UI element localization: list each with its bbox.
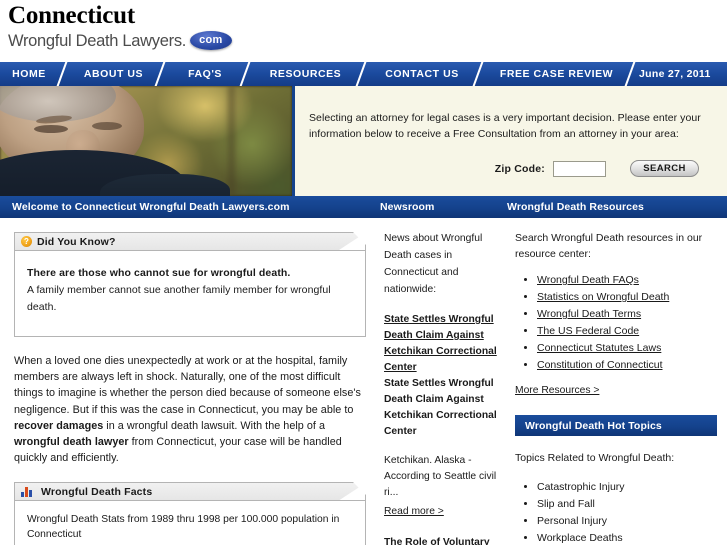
nav-item-faqs[interactable]: FAQ'S xyxy=(169,62,241,86)
list-item[interactable]: Slip and Fall xyxy=(537,496,717,512)
nav-item-home[interactable]: HOME xyxy=(0,62,58,86)
resource-link-statutes[interactable]: Connecticut Statutes Laws xyxy=(537,342,661,354)
content-columns: ? Did You Know? There are those who cann… xyxy=(0,218,727,545)
did-you-know-header: ? Did You Know? xyxy=(15,233,365,251)
news-article-subtitle-1: State Settles Wrongful Death Claim Again… xyxy=(384,378,497,437)
paragraph-bold-wrongful-death-lawyer: wrongful death lawyer xyxy=(14,436,129,449)
hero-photo xyxy=(0,86,292,196)
hot-topics-list: Catastrophic Injury Slip and Fall Person… xyxy=(515,479,717,545)
photo-man-eye-right xyxy=(92,122,122,130)
bar-chart-icon xyxy=(21,486,34,498)
nav-separator-icon xyxy=(58,62,71,86)
resources-column: Search Wrongful Death resources in our r… xyxy=(507,218,727,544)
fold-corner-line xyxy=(352,482,366,496)
com-badge: com xyxy=(190,31,232,50)
paragraph-bold-recover-damages: recover damages xyxy=(14,419,104,432)
news-article-link-2[interactable]: The Role of Voluntary Guidelines xyxy=(384,535,497,545)
nav-item-contact-us[interactable]: CONTACT US xyxy=(370,62,474,86)
newsroom-column: News about Wrongful Death cases in Conne… xyxy=(380,218,507,545)
photo-tree-trunk xyxy=(225,86,238,196)
nav-separator-icon xyxy=(474,62,487,86)
resource-link-constitution[interactable]: Constitution of Connecticut xyxy=(537,359,663,371)
facts-title: Wrongful Death Facts xyxy=(41,485,153,498)
question-mark-icon: ? xyxy=(21,236,32,247)
list-item[interactable]: Catastrophic Injury xyxy=(537,479,717,495)
list-item[interactable]: Workplace Deaths xyxy=(537,530,717,545)
list-item[interactable]: Wrongful Death Terms xyxy=(537,306,717,322)
zip-search-row: Zip Code: SEARCH xyxy=(309,160,705,177)
search-button[interactable]: SEARCH xyxy=(630,160,699,177)
resource-link-faqs[interactable]: Wrongful Death FAQs xyxy=(537,274,639,286)
did-you-know-line-1: There are those who cannot sue for wrong… xyxy=(27,267,291,279)
newsroom-spacer xyxy=(384,520,497,533)
main-navigation: HOME ABOUT US FAQ'S RESOURCES CONTACT US… xyxy=(0,62,727,86)
current-date: June 27, 2011 xyxy=(639,68,711,80)
hero-intro-text: Selecting an attorney for legal cases is… xyxy=(309,112,701,140)
section-title-welcome: Welcome to Connecticut Wrongful Death La… xyxy=(12,201,290,213)
site-title-state: Connecticut xyxy=(8,2,135,29)
did-you-know-title: Did You Know? xyxy=(37,235,116,248)
resource-link-terms[interactable]: Wrongful Death Terms xyxy=(537,308,641,320)
resource-link-statistics[interactable]: Statistics on Wrongful Death xyxy=(537,291,669,303)
news-article-excerpt-1: Ketchikan. Alaska - According to Seattle… xyxy=(384,455,497,498)
list-item[interactable]: Personal Injury xyxy=(537,513,717,529)
section-header-bar: Welcome to Connecticut Wrongful Death La… xyxy=(0,196,727,218)
news-article-link-1[interactable]: State Settles Wrongful Death Claim Again… xyxy=(384,312,497,376)
photo-man-eye-left xyxy=(34,125,68,133)
more-resources-link[interactable]: More Resources > xyxy=(515,385,599,396)
zip-code-input[interactable] xyxy=(553,160,606,177)
list-item[interactable]: Wrongful Death FAQs xyxy=(537,272,717,288)
nav-item-about-us[interactable]: ABOUT US xyxy=(71,62,156,86)
list-item[interactable]: Statistics on Wrongful Death xyxy=(537,289,717,305)
resources-intro: Search Wrongful Death resources in our r… xyxy=(515,232,703,260)
paragraph-part-1: When a loved one dies unexpectedly at wo… xyxy=(14,355,361,416)
zip-code-label: Zip Code: xyxy=(494,162,545,175)
section-title-newsroom: Newsroom xyxy=(380,201,435,213)
masthead: Connecticut Wrongful Death Lawyers. com xyxy=(0,0,727,62)
did-you-know-body: There are those who cannot sue for wrong… xyxy=(15,251,365,326)
nav-item-free-case-review[interactable]: FREE CASE REVIEW xyxy=(487,62,626,86)
nav-separator-icon xyxy=(357,62,370,86)
site-subtitle: Wrongful Death Lawyers. xyxy=(8,31,187,50)
resources-link-list: Wrongful Death FAQs Statistics on Wrongf… xyxy=(515,272,717,373)
hot-topics-header: Wrongful Death Hot Topics xyxy=(515,415,717,436)
list-item[interactable]: The US Federal Code xyxy=(537,323,717,339)
nav-separator-icon xyxy=(626,62,639,86)
list-item[interactable]: Connecticut Statutes Laws xyxy=(537,340,717,356)
resource-link-federal-code[interactable]: The US Federal Code xyxy=(537,325,639,337)
hot-topics-intro: Topics Related to Wrongful Death: xyxy=(515,452,675,464)
free-consultation-form: Selecting an attorney for legal cases is… xyxy=(292,86,727,196)
fold-corner-line xyxy=(352,232,366,246)
news-read-more-1[interactable]: Read more > xyxy=(384,504,444,520)
facts-header: Wrongful Death Facts xyxy=(15,483,365,502)
page-root: Connecticut Wrongful Death Lawyers. com … xyxy=(0,0,727,545)
left-column: ? Did You Know? There are those who cann… xyxy=(0,218,380,545)
wrongful-death-facts-box: Wrongful Death Facts Wrongful Death Stat… xyxy=(14,482,366,545)
facts-subtitle: Wrongful Death Stats from 1989 thru 1998… xyxy=(27,514,340,541)
newsroom-intro: News about Wrongful Death cases in Conne… xyxy=(384,233,483,295)
section-title-resources: Wrongful Death Resources xyxy=(507,201,644,213)
did-you-know-line-2: A family member cannot sue another famil… xyxy=(27,284,331,313)
nav-separator-icon xyxy=(241,62,254,86)
paragraph-part-2: in a wrongful death lawsuit. With the he… xyxy=(103,419,325,432)
did-you-know-box: ? Did You Know? There are those who cann… xyxy=(14,232,366,337)
main-article-paragraph: When a loved one dies unexpectedly at wo… xyxy=(14,353,366,466)
nav-item-resources[interactable]: RESOURCES xyxy=(254,62,357,86)
list-item[interactable]: Constitution of Connecticut xyxy=(537,357,717,373)
nav-separator-icon xyxy=(156,62,169,86)
hero-section: Selecting an attorney for legal cases is… xyxy=(0,86,727,196)
facts-body: Wrongful Death Stats from 1989 thru 1998… xyxy=(15,501,365,545)
site-title-line2: Wrongful Death Lawyers. com xyxy=(8,31,727,50)
